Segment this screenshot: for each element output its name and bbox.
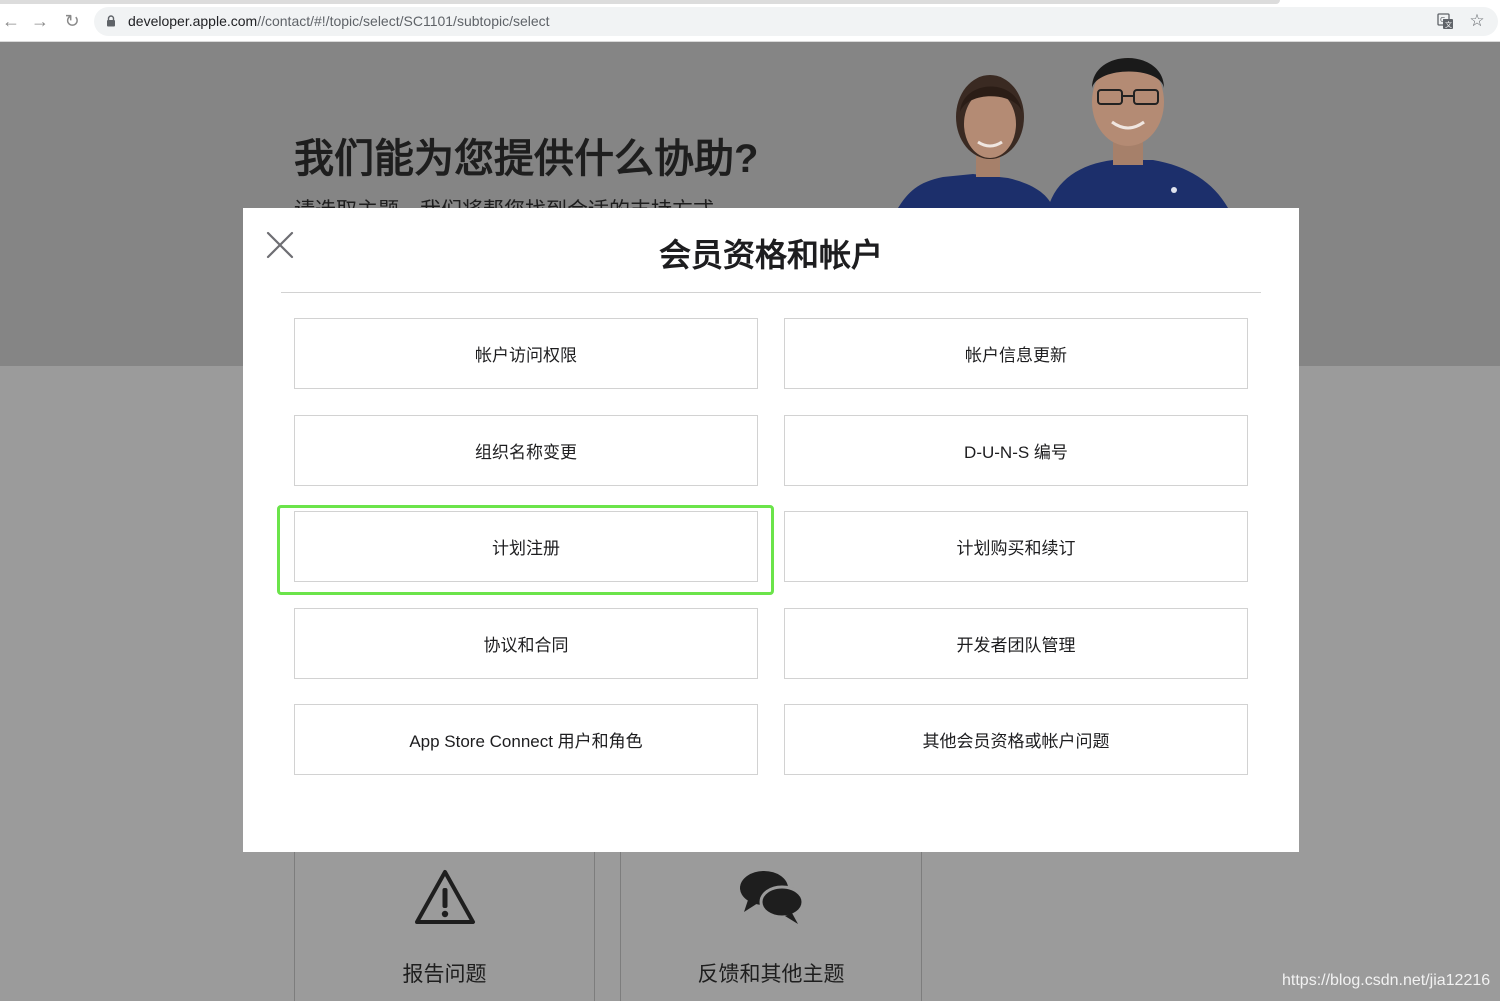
support-staff-photo [898, 58, 1228, 208]
svg-text:文: 文 [1445, 20, 1452, 29]
bookmark-star-icon[interactable]: ☆ [1467, 11, 1487, 31]
membership-modal: 会员资格和帐户 帐户访问权限 帐户信息更新 组织名称变更 D-U-N-S 编号 … [243, 208, 1299, 852]
option-program-enrollment[interactable]: 计划注册 [294, 511, 758, 582]
option-agreements-contracts[interactable]: 协议和合同 [294, 608, 758, 679]
translate-icon[interactable]: G 文 [1437, 13, 1454, 30]
address-bar[interactable]: developer.apple.com//contact/#!/topic/se… [94, 7, 1498, 36]
option-other-membership[interactable]: 其他会员资格或帐户问题 [784, 704, 1248, 775]
option-account-access[interactable]: 帐户访问权限 [294, 318, 758, 389]
lock-icon [107, 15, 115, 27]
feedback-tile[interactable]: 反馈和其他主题 [620, 852, 922, 1001]
feedback-label: 反馈和其他主题 [697, 963, 845, 986]
option-asc-users-roles[interactable]: App Store Connect 用户和角色 [294, 704, 758, 775]
option-team-management[interactable]: 开发者团队管理 [784, 608, 1248, 679]
report-issue-label: 报告问题 [402, 963, 487, 986]
browser-toolbar: ← → ↻ developer.apple.com//contact/#!/to… [0, 0, 1500, 42]
forward-icon[interactable]: → [29, 10, 51, 32]
watermark: https://blog.csdn.net/jia12216 [1282, 972, 1491, 989]
option-duns-number[interactable]: D-U-N-S 编号 [784, 415, 1248, 486]
url-host: developer.apple.com [128, 13, 258, 29]
warning-triangle-icon [414, 870, 475, 924]
report-issue-tile[interactable]: 报告问题 [294, 852, 595, 1001]
option-program-purchase-renewal[interactable]: 计划购买和续订 [784, 511, 1248, 582]
back-icon[interactable]: ← [0, 10, 22, 32]
chat-bubbles-icon [740, 871, 804, 924]
option-org-name-change[interactable]: 组织名称变更 [294, 415, 758, 486]
option-account-info-update[interactable]: 帐户信息更新 [784, 318, 1248, 389]
modal-divider [281, 292, 1261, 293]
tab-strip [0, 0, 1280, 4]
hero-title: 我们能为您提供什么协助? [294, 137, 759, 181]
modal-title: 会员资格和帐户 [658, 237, 883, 273]
url-text: developer.apple.com//contact/#!/topic/se… [128, 13, 550, 29]
url-path: //contact/#!/topic/select/SC1101/subtopi… [257, 13, 550, 29]
reload-icon[interactable]: ↻ [61, 10, 83, 32]
hero-subtitle: 请选取主题，我们将帮您找到合适的支持方式。 [294, 194, 735, 208]
